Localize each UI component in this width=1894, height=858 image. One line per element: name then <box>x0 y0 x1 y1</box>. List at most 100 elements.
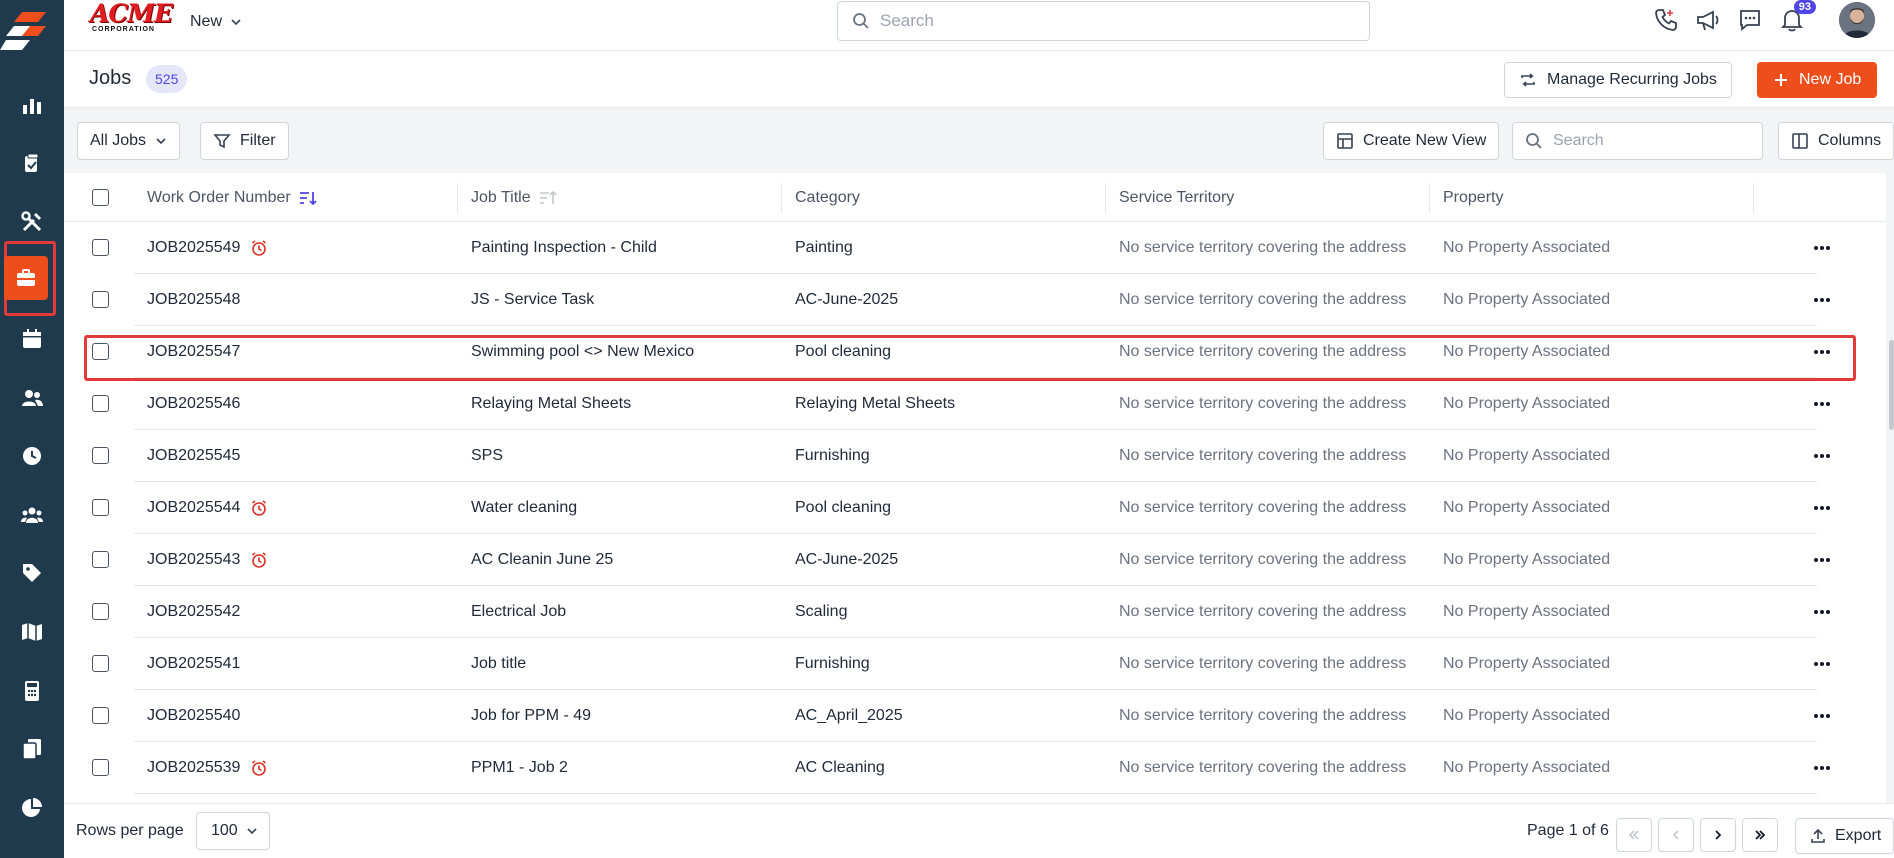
work-order-number[interactable]: JOB2025541 <box>147 655 240 673</box>
work-order-number[interactable]: JOB2025542 <box>147 603 240 621</box>
new-dropdown[interactable]: New <box>190 10 242 34</box>
sidebar-item-reports[interactable] <box>8 81 56 129</box>
notifications-button[interactable]: 93 <box>1776 0 1816 36</box>
previous-page-button[interactable] <box>1658 818 1694 852</box>
table-row[interactable]: JOB2025543 AC Cleanin June 25 AC-June-2025… <box>64 534 1894 586</box>
column-header-work-order[interactable]: Work Order Number <box>147 173 317 222</box>
row-checkbox[interactable] <box>92 239 109 256</box>
table-row[interactable]: JOB2025545 SPS Furnishing No service territ… <box>64 430 1894 482</box>
table-row[interactable]: JOB2025544 Water cleaning Pool cleaning No … <box>64 482 1894 534</box>
select-all-checkbox[interactable] <box>92 173 109 222</box>
row-checkbox[interactable] <box>92 551 109 568</box>
table-row[interactable]: JOB2025540 Job for PPM - 49 AC_April_2025 N… <box>64 690 1894 742</box>
user-avatar[interactable] <box>1839 2 1875 38</box>
announcements-button[interactable] <box>1692 4 1724 36</box>
row-checkbox[interactable] <box>92 291 109 308</box>
row-actions-button[interactable] <box>1810 652 1834 676</box>
table-row[interactable]: JOB2025541 Job title Furnishing No service … <box>64 638 1894 690</box>
row-checkbox[interactable] <box>92 759 109 776</box>
job-title-cell[interactable]: JS - Service Task <box>471 274 594 326</box>
checkbox[interactable] <box>92 189 109 206</box>
row-actions-button[interactable] <box>1810 444 1834 468</box>
row-actions-button[interactable] <box>1810 392 1834 416</box>
row-actions-button[interactable] <box>1810 236 1834 260</box>
first-page-button[interactable] <box>1616 818 1652 852</box>
work-order-number[interactable]: JOB2025549 <box>147 239 240 257</box>
work-order-number[interactable]: JOB2025543 <box>147 551 240 569</box>
job-title-cell[interactable]: PPM1 - Job 2 <box>471 742 568 794</box>
sidebar-item-users[interactable] <box>8 374 56 422</box>
column-header-category[interactable]: Category <box>795 173 860 222</box>
job-title-cell[interactable]: Job for PPM - 49 <box>471 690 591 742</box>
row-checkbox[interactable] <box>92 343 109 360</box>
sidebar-item-team[interactable] <box>8 491 56 539</box>
job-title-cell[interactable]: AC Cleanin June 25 <box>471 534 613 586</box>
column-divider[interactable] <box>1429 183 1430 213</box>
table-search[interactable] <box>1512 122 1763 160</box>
table-row[interactable]: JOB2025542 Electrical Job Scaling No servic… <box>64 586 1894 638</box>
row-checkbox[interactable] <box>92 499 109 516</box>
table-search-input[interactable] <box>1553 132 1753 150</box>
column-header-property[interactable]: Property <box>1443 173 1503 222</box>
row-checkbox[interactable] <box>92 603 109 620</box>
table-row[interactable]: JOB2025539 PPM1 - Job 2 AC Cleaning No serv… <box>64 742 1894 794</box>
table-row[interactable]: JOB2025549 Painting Inspection - Child Pai… <box>64 222 1894 274</box>
work-order-number[interactable]: JOB2025540 <box>147 707 240 725</box>
table-row[interactable]: JOB2025547 Swimming pool <> New Mexico Poo… <box>64 326 1894 378</box>
sidebar-item-tools[interactable] <box>8 198 56 246</box>
row-actions-button[interactable] <box>1810 496 1834 520</box>
sidebar-item-map[interactable] <box>8 608 56 656</box>
sidebar-item-time[interactable] <box>8 432 56 480</box>
columns-button[interactable]: Columns <box>1778 122 1894 160</box>
column-divider[interactable] <box>457 183 458 213</box>
view-select[interactable]: All Jobs <box>77 122 181 160</box>
job-title-cell[interactable]: Swimming pool <> New Mexico <box>471 326 694 378</box>
column-header-job-title[interactable]: Job Title <box>471 173 557 222</box>
sidebar-item-analytics[interactable] <box>8 784 56 832</box>
row-checkbox[interactable] <box>92 707 109 724</box>
job-title-cell[interactable]: Relaying Metal Sheets <box>471 378 631 430</box>
row-actions-button[interactable] <box>1810 288 1834 312</box>
next-page-button[interactable] <box>1700 818 1736 852</box>
row-checkbox[interactable] <box>92 395 109 412</box>
work-order-number[interactable]: JOB2025548 <box>147 291 240 309</box>
sidebar-item-clipboard[interactable] <box>8 139 56 187</box>
sort-descending-icon[interactable] <box>299 190 317 206</box>
work-order-number[interactable]: JOB2025547 <box>147 343 240 361</box>
job-title-cell[interactable]: Water cleaning <box>471 482 577 534</box>
table-row[interactable]: JOB2025548 JS - Service Task AC-June-2025 N… <box>64 274 1894 326</box>
global-search[interactable] <box>837 1 1370 41</box>
global-search-input[interactable] <box>880 11 1350 31</box>
brand-logo[interactable]: ACME CORPORATION <box>90 1 173 38</box>
phone-button[interactable] <box>1650 4 1682 36</box>
row-checkbox[interactable] <box>92 655 109 672</box>
sidebar-item-calendar[interactable] <box>8 315 56 363</box>
messages-button[interactable] <box>1734 4 1766 36</box>
sort-icon[interactable] <box>539 190 557 206</box>
column-header-service-territory[interactable]: Service Territory <box>1119 173 1234 222</box>
manage-recurring-jobs-button[interactable]: Manage Recurring Jobs <box>1504 62 1732 98</box>
table-scrollbar[interactable] <box>1886 173 1894 803</box>
sidebar-item-jobs[interactable] <box>4 256 48 300</box>
column-divider[interactable] <box>781 183 782 213</box>
export-button[interactable]: Export <box>1795 818 1894 854</box>
rows-per-page-select[interactable]: 100 <box>196 812 270 850</box>
job-title-cell[interactable]: SPS <box>471 430 503 482</box>
column-divider[interactable] <box>1753 183 1754 213</box>
job-title-cell[interactable]: Painting Inspection - Child <box>471 222 657 274</box>
row-actions-button[interactable] <box>1810 704 1834 728</box>
work-order-number[interactable]: JOB2025545 <box>147 447 240 465</box>
work-order-number[interactable]: JOB2025544 <box>147 499 240 517</box>
row-actions-button[interactable] <box>1810 756 1834 780</box>
table-row[interactable]: JOB2025546 Relaying Metal Sheets Relaying … <box>64 378 1894 430</box>
row-checkbox[interactable] <box>92 447 109 464</box>
work-order-number[interactable]: JOB2025546 <box>147 395 240 413</box>
sidebar-item-tags[interactable] <box>8 549 56 597</box>
job-title-cell[interactable]: Electrical Job <box>471 586 566 638</box>
app-logo[interactable] <box>0 0 64 64</box>
column-divider[interactable] <box>1105 183 1106 213</box>
sidebar-item-calculator[interactable] <box>8 667 56 715</box>
row-actions-button[interactable] <box>1810 600 1834 624</box>
last-page-button[interactable] <box>1742 818 1778 852</box>
job-title-cell[interactable]: Job title <box>471 638 526 690</box>
